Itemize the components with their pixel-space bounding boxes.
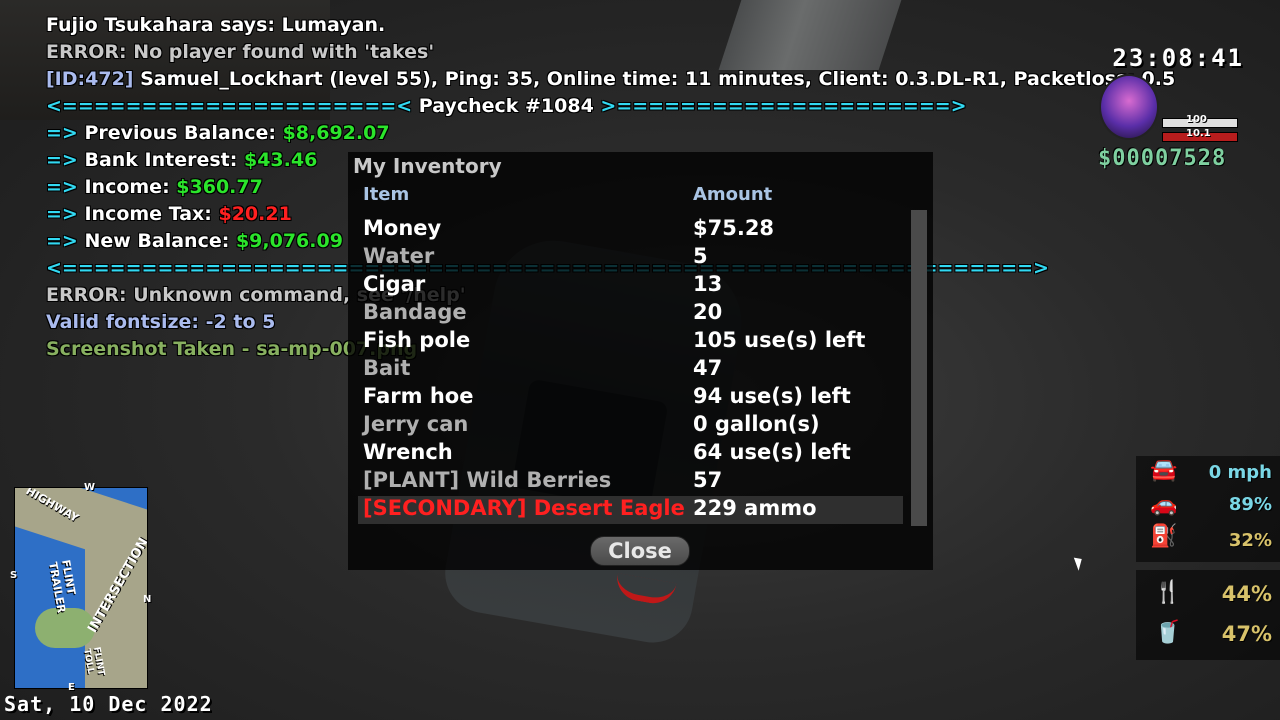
food-icon: 🍴	[1154, 580, 1182, 605]
dialog-title: My Inventory	[353, 154, 502, 178]
compass-north: N	[143, 594, 152, 605]
item-amount: 64 use(s) left	[693, 440, 851, 464]
chat-segment: $360.77	[176, 176, 263, 198]
inventory-row[interactable]: Fish pole 105 use(s) left	[358, 328, 903, 356]
chat-segment: Income Tax:	[84, 203, 219, 225]
fuel-icon: ⛽	[1150, 524, 1178, 549]
inventory-row[interactable]: Water 5	[358, 244, 903, 272]
chat-line: => Previous Balance: $8,692.07	[46, 120, 1175, 147]
chat-segment: Valid fontsize: -2 to 5	[46, 311, 276, 333]
item-name: Cigar	[363, 272, 426, 296]
chat-segment: Bank Interest:	[84, 149, 244, 171]
game-clock: 23:08:41	[1112, 44, 1244, 72]
column-header-item: Item	[363, 184, 410, 205]
chat-line: ERROR: No player found with 'takes'	[46, 39, 1175, 66]
item-amount: 13	[693, 272, 723, 296]
vehicle-health: 89%	[1228, 494, 1272, 515]
item-name: [PLANT] Wild Berries	[363, 468, 612, 492]
inventory-list: Money $75.28 Water 5 Cigar 13 Bandage 20 Fish po…	[358, 216, 903, 524]
inventory-row[interactable]: Wrench 64 use(s) left	[358, 440, 903, 468]
chat-segment: >=====================>	[593, 95, 967, 117]
chat-segment: Samuel_Lockhart (level 55), Ping: 35, On…	[140, 68, 1176, 90]
item-name: Water	[363, 244, 435, 268]
item-name: Jerry can	[363, 412, 469, 436]
item-amount: 94 use(s) left	[693, 384, 851, 408]
item-amount: 0 gallon(s)	[693, 412, 820, 436]
item-name: Wrench	[363, 440, 453, 464]
vehicle-stats-panel: 🚘 0 mph 🚗 89% ⛽ 32%	[1136, 456, 1280, 562]
item-amount: 229 ammo	[693, 496, 817, 520]
game-date: Sat, 10 Dec 2022	[4, 692, 213, 716]
chat-segment: Income:	[84, 176, 177, 198]
inventory-row[interactable]: Farm hoe 94 use(s) left	[358, 384, 903, 412]
item-name: Farm hoe	[363, 384, 474, 408]
inventory-scrollbar[interactable]	[911, 210, 927, 526]
item-name: Fish pole	[363, 328, 471, 352]
close-button[interactable]: Close	[590, 536, 690, 566]
car-icon: 🚗	[1150, 492, 1178, 517]
item-amount: 5	[693, 244, 708, 268]
inventory-dialog: My Inventory Item Amount Money $75.28 Wate…	[348, 152, 933, 570]
inventory-row[interactable]: Jerry can 0 gallon(s)	[358, 412, 903, 440]
compass-west: W	[84, 482, 96, 493]
inventory-row[interactable]: Bandage 20	[358, 300, 903, 328]
inventory-row[interactable]: Bait 47	[358, 356, 903, 384]
thirst-value: 47%	[1221, 622, 1272, 646]
item-name: [SECONDARY] Desert Eagle	[363, 496, 685, 520]
item-amount: 47	[693, 356, 723, 380]
chat-segment: =>	[46, 203, 85, 225]
item-name: Money	[363, 216, 442, 240]
chat-segment: New Balance:	[84, 230, 236, 252]
armor-value: 10.1	[1186, 128, 1211, 139]
chat-segment: $9,076.09	[235, 230, 343, 252]
chat-segment: Paycheck #1084	[418, 95, 594, 117]
chat-segment: [ID:472]	[46, 68, 141, 90]
chat-segment: <=====================<	[46, 95, 419, 117]
chat-segment: $20.21	[218, 203, 292, 225]
inventory-row[interactable]: [SECONDARY] Desert Eagle 229 ammo	[358, 496, 903, 524]
chat-segment: =>	[46, 122, 85, 144]
chat-segment: =>	[46, 149, 85, 171]
compass-south: S	[10, 570, 18, 581]
vehicle-fuel: 32%	[1228, 530, 1272, 551]
item-amount: $75.28	[693, 216, 775, 240]
hunger-value: 44%	[1221, 582, 1272, 606]
inventory-row[interactable]: [PLANT] Wild Berries 57	[358, 468, 903, 496]
minimap: HIGHWAY FLINT TRAILER INTERSECTION FLINT…	[14, 487, 148, 689]
drink-icon: 🥤	[1154, 620, 1182, 645]
vehicle-speed: 0 mph	[1208, 462, 1272, 483]
car-speed-icon: 🚘	[1150, 458, 1178, 483]
chat-segment: $8,692.07	[282, 122, 390, 144]
needs-panel: 🍴 44% 🥤 47%	[1136, 570, 1280, 660]
chat-line: [ID:472] Samuel_Lockhart (level 55), Pin…	[46, 66, 1175, 93]
player-avatar	[1099, 74, 1159, 140]
column-header-amount: Amount	[693, 184, 773, 205]
chat-segment: Previous Balance:	[84, 122, 283, 144]
chat-segment: Fujio Tsukahara says: Lumayan.	[46, 14, 386, 36]
item-amount: 20	[693, 300, 723, 324]
chat-segment: =>	[46, 176, 85, 198]
chat-segment: $43.46	[243, 149, 318, 171]
item-amount: 105 use(s) left	[693, 328, 866, 352]
chat-line: Fujio Tsukahara says: Lumayan.	[46, 12, 1175, 39]
inventory-row[interactable]: Money $75.28	[358, 216, 903, 244]
health-value: 100	[1186, 114, 1207, 125]
inventory-row[interactable]: Cigar 13	[358, 272, 903, 300]
mouse-cursor	[1073, 555, 1086, 571]
item-name: Bandage	[363, 300, 467, 324]
item-amount: 57	[693, 468, 723, 492]
item-name: Bait	[363, 356, 411, 380]
money-display: $00007528	[1098, 146, 1227, 171]
chat-line: <=====================< Paycheck #1084 >…	[46, 93, 1175, 120]
chat-segment: =>	[46, 230, 85, 252]
chat-segment: ERROR: No player found with 'takes'	[46, 41, 435, 63]
